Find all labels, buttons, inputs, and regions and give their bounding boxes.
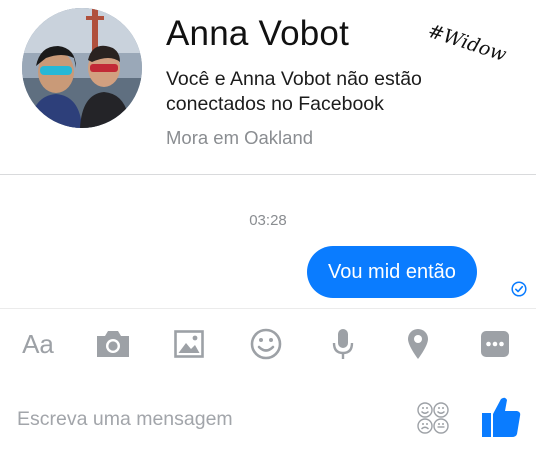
header-divider — [0, 174, 536, 175]
sent-check-icon — [511, 281, 527, 297]
message-input[interactable] — [17, 405, 377, 433]
more-icon[interactable] — [480, 327, 510, 361]
connection-status-text: Você e Anna Vobot não estão conectados n… — [166, 68, 422, 115]
message-timestamp: 03:28 — [249, 212, 287, 229]
profile-photo-icon — [22, 8, 142, 128]
gallery-icon[interactable] — [174, 327, 204, 361]
microphone-icon[interactable] — [331, 327, 355, 361]
conversation-header: Anna Vobot Você e Anna Vobot não estão c… — [0, 0, 536, 172]
watermark-tag: #Widow — [425, 20, 510, 66]
camera-icon[interactable] — [95, 327, 131, 361]
contact-name[interactable]: Anna Vobot — [166, 14, 349, 54]
toolbar-divider — [0, 308, 536, 309]
sent-message-bubble[interactable]: Vou mid então — [307, 246, 477, 298]
emoji-icon[interactable] — [249, 327, 283, 361]
contact-location: Mora em Oakland — [166, 127, 314, 148]
location-icon[interactable] — [406, 327, 430, 361]
sticker-icon[interactable] — [416, 401, 450, 435]
text-format-button[interactable]: Aa — [18, 327, 58, 361]
thumbs-up-icon[interactable] — [480, 395, 522, 439]
contact-avatar[interactable] — [22, 8, 142, 128]
message-composer — [0, 387, 536, 447]
